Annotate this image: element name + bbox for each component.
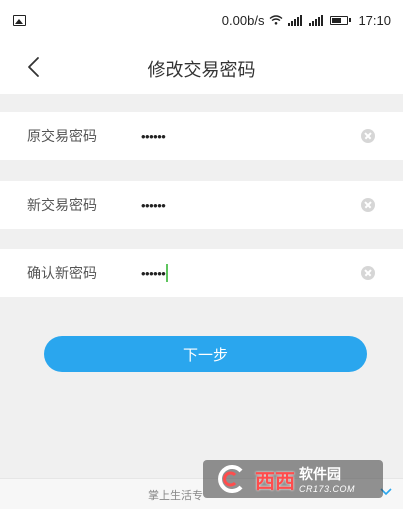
network-speed: 0.00b/s [221, 12, 265, 28]
clear-icon[interactable] [361, 266, 375, 280]
signal-icon [288, 14, 303, 26]
clear-icon[interactable] [361, 198, 375, 212]
clear-icon[interactable] [361, 129, 375, 143]
signal-icon [309, 14, 324, 26]
nav-bar: 修改交易密码 [0, 40, 403, 94]
text-caret [166, 264, 169, 282]
confirm-password-row: 确认新密码 •••••• [0, 249, 403, 297]
wifi-icon [270, 15, 283, 25]
status-bar-right: 0.00b/s 17:10 [222, 13, 391, 28]
old-password-input[interactable]: •••••• [141, 126, 341, 146]
watermark-brand: 西西 [255, 468, 295, 493]
new-password-label: 新交易密码 [27, 197, 97, 213]
footer-text: 掌上生活专 [148, 490, 203, 502]
new-password-row: 新交易密码 •••••• [0, 181, 403, 229]
page-title: 修改交易密码 [147, 60, 256, 80]
confirm-password-input[interactable]: •••••• [141, 263, 341, 283]
watermark-right: 软件园 CR173.COM [299, 464, 355, 494]
old-password-label: 原交易密码 [27, 128, 97, 144]
status-time: 17:10 [358, 12, 391, 28]
watermark-name: 软件园 [299, 466, 341, 482]
next-step-button[interactable]: 下一步 [44, 336, 367, 372]
image-icon [13, 14, 26, 26]
watermark-logo-icon [218, 465, 243, 493]
new-password-input[interactable]: •••••• [141, 195, 341, 215]
watermark-url: CR173.COM [299, 484, 356, 494]
confirm-password-value: •••••• [141, 265, 166, 281]
status-bar: 0.00b/s 17:10 [0, 0, 403, 40]
old-password-value: •••••• [141, 128, 166, 144]
watermark: 西西 软件园 CR173.COM [203, 460, 383, 498]
battery-icon [330, 15, 352, 25]
new-password-value: •••••• [141, 197, 166, 213]
old-password-row: 原交易密码 •••••• [0, 112, 403, 160]
status-bar-left [13, 14, 26, 26]
confirm-password-label: 确认新密码 [27, 265, 97, 281]
